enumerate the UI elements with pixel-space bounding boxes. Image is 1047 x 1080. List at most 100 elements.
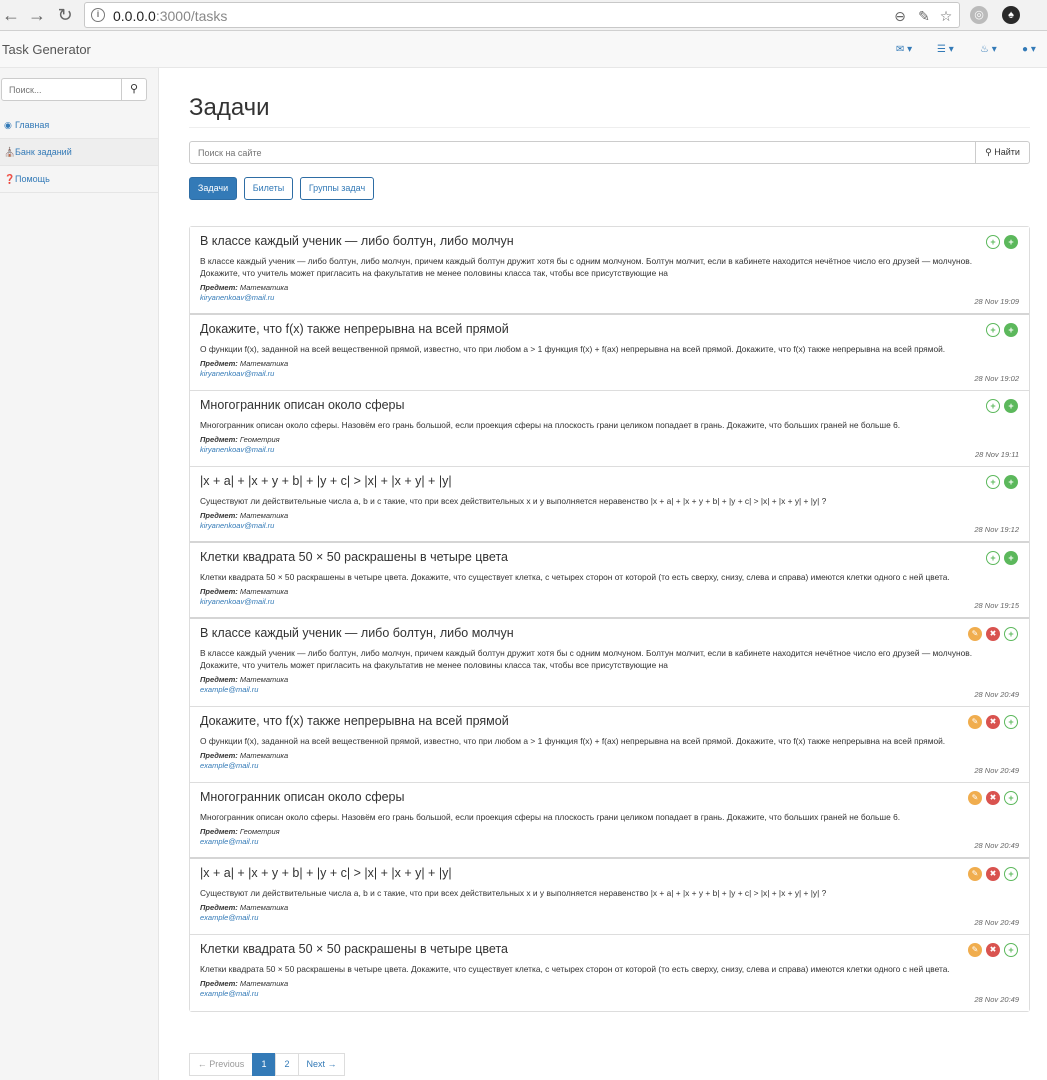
page-2-button[interactable]: 2 xyxy=(275,1053,299,1076)
task-title[interactable]: Многогранник описан около сферы xyxy=(200,790,1019,804)
evernote-icon[interactable]: ♠ xyxy=(1002,6,1020,24)
task-author-email[interactable]: example@mail.ru xyxy=(200,837,1019,847)
add-button[interactable]: + xyxy=(1004,399,1018,413)
add-to-group-button[interactable]: + xyxy=(1004,627,1018,641)
envelope-icon[interactable]: ✉ ▾ xyxy=(896,44,912,55)
task-date: 28 Nov 20:49 xyxy=(974,918,1019,927)
dashboard-icon: ◉ xyxy=(4,120,12,130)
task-date: 28 Nov 19:15 xyxy=(974,601,1019,610)
add-to-group-button[interactable]: + xyxy=(986,399,1000,413)
add-button[interactable]: + xyxy=(1004,475,1018,489)
add-button[interactable]: + xyxy=(1004,551,1018,565)
task-title[interactable]: Докажите, что f(x) также непрерывна на в… xyxy=(200,714,1019,728)
edit-button[interactable]: ✎ xyxy=(968,867,982,881)
delete-button[interactable]: ✖ xyxy=(986,627,1000,641)
task-author-email[interactable]: example@mail.ru xyxy=(200,761,1019,771)
site-search-input[interactable] xyxy=(189,141,976,164)
task-subject: Предмет: Математика xyxy=(200,903,289,912)
paint-icon[interactable]: ✎ xyxy=(915,7,933,25)
search-icon[interactable]: ⚲ xyxy=(122,79,146,100)
task-author-email[interactable]: kiryanenkoav@mail.ru xyxy=(200,293,1019,303)
task-actions: + + xyxy=(982,399,1018,413)
tab-task-groups[interactable]: Группы задач xyxy=(300,177,374,200)
add-to-group-button[interactable]: + xyxy=(986,551,1000,565)
edit-button[interactable]: ✎ xyxy=(968,715,982,729)
add-to-group-button[interactable]: + xyxy=(1004,715,1018,729)
task-text: Клетки квадрата 50 × 50 раскрашены в чет… xyxy=(200,964,950,974)
user-icon[interactable]: ● ▾ xyxy=(1022,44,1036,55)
info-icon[interactable]: i xyxy=(91,8,105,22)
add-to-group-button[interactable]: + xyxy=(1004,943,1018,957)
delete-button[interactable]: ✖ xyxy=(986,715,1000,729)
add-button[interactable]: + xyxy=(1004,235,1018,249)
task-author-email[interactable]: kiryanenkoav@mail.ru xyxy=(200,521,1019,531)
delete-button[interactable]: ✖ xyxy=(986,867,1000,881)
task-actions: ✎ ✖ + xyxy=(964,715,1018,729)
task-title[interactable]: Многогранник описан около сферы xyxy=(200,398,1019,412)
task-title[interactable]: Клетки квадрата 50 × 50 раскрашены в чет… xyxy=(200,550,1019,564)
task-actions: ✎ ✖ + xyxy=(964,943,1018,957)
edit-button[interactable]: ✎ xyxy=(968,791,982,805)
sidebar-item-task-bank[interactable]: ⛪Банк заданий xyxy=(0,139,158,166)
add-to-group-button[interactable]: + xyxy=(986,323,1000,337)
sidebar-item-help[interactable]: ❓Помощь xyxy=(0,166,158,193)
tasks-icon[interactable]: ☰ ▾ xyxy=(937,44,954,55)
sidebar-search: ⚲ xyxy=(1,78,147,101)
task-date: 28 Nov 19:09 xyxy=(974,297,1019,306)
search-button[interactable]: ⚲ Найти xyxy=(975,141,1030,164)
add-to-group-button[interactable]: + xyxy=(1004,791,1018,805)
task-author-email[interactable]: example@mail.ru xyxy=(200,989,1019,999)
task-title[interactable]: В классе каждый ученик — либо болтун, ли… xyxy=(200,234,1019,248)
edit-button[interactable]: ✎ xyxy=(968,627,982,641)
previous-page-button[interactable]: ← Previous xyxy=(189,1053,253,1076)
task-date: 28 Nov 20:49 xyxy=(974,690,1019,699)
back-icon[interactable]: ← xyxy=(0,4,22,26)
zoom-icon[interactable]: ⊖ xyxy=(891,7,909,25)
tab-tickets[interactable]: Билеты xyxy=(244,177,293,200)
delete-button[interactable]: ✖ xyxy=(986,791,1000,805)
forward-icon[interactable]: → xyxy=(26,4,48,26)
app-navbar: Task Generator ✉ ▾ ☰ ▾ ♨ ▾ ● ▾ xyxy=(0,31,1047,68)
add-to-group-button[interactable]: + xyxy=(986,475,1000,489)
site-search: ⚲ Найти xyxy=(189,141,1030,164)
add-to-group-button[interactable]: + xyxy=(986,235,1000,249)
add-to-group-button[interactable]: + xyxy=(1004,867,1018,881)
task-text: Многогранник описан около сферы. Назовём… xyxy=(200,812,901,822)
bank-icon: ⛪ xyxy=(4,147,16,157)
task-item: Клетки квадрата 50 × 50 раскрашены в чет… xyxy=(190,543,1029,619)
task-title[interactable]: Докажите, что f(x) также непрерывна на в… xyxy=(200,322,1019,336)
url-text[interactable]: 0.0.0.0:3000/tasks xyxy=(113,8,227,24)
star-icon[interactable]: ☆ xyxy=(937,7,955,25)
task-item: Многогранник описан около сферы + + Многогр… xyxy=(190,391,1029,467)
page-1-button[interactable]: 1 xyxy=(252,1053,276,1076)
task-author-email[interactable]: kiryanenkoav@mail.ru xyxy=(200,445,1019,455)
address-bar[interactable]: i 0.0.0.0:3000/tasks ⊖ ✎ ☆ xyxy=(84,2,960,28)
task-title[interactable]: |x + a| + |x + y + b| + |y + c| > |x| + … xyxy=(200,474,1019,488)
task-author-email[interactable]: example@mail.ru xyxy=(200,913,1019,923)
add-button[interactable]: + xyxy=(1004,323,1018,337)
task-author-email[interactable]: kiryanenkoav@mail.ru xyxy=(200,597,1019,607)
task-subject: Предмет: Математика xyxy=(200,359,289,368)
task-title[interactable]: |x + a| + |x + y + b| + |y + c| > |x| + … xyxy=(200,866,1019,880)
next-page-button[interactable]: Next → xyxy=(298,1053,345,1076)
globe-icon[interactable]: ◎ xyxy=(970,6,988,24)
sidebar-item-home[interactable]: ◉ Главная xyxy=(0,112,158,139)
brand[interactable]: Task Generator xyxy=(2,42,91,57)
page-title: Задачи xyxy=(189,94,270,121)
tab-tasks[interactable]: Задачи xyxy=(189,177,237,200)
task-author-email[interactable]: kiryanenkoav@mail.ru xyxy=(200,369,1019,379)
bell-icon[interactable]: ♨ ▾ xyxy=(980,44,997,55)
sidebar-search-input[interactable] xyxy=(2,79,122,100)
task-text: Многогранник описан около сферы. Назовём… xyxy=(200,420,901,430)
task-title[interactable]: В классе каждый ученик — либо болтун, ли… xyxy=(200,626,1019,640)
task-date: 28 Nov 19:11 xyxy=(974,450,1019,459)
delete-button[interactable]: ✖ xyxy=(986,943,1000,957)
task-date: 28 Nov 20:49 xyxy=(974,995,1019,1004)
sidebar: ⚲ ◉Главная ⛪Банк заданий ❓Помощь xyxy=(0,68,159,1080)
reload-icon[interactable]: ↻ xyxy=(54,4,76,26)
task-author-email[interactable]: example@mail.ru xyxy=(200,685,1019,695)
task-title[interactable]: Клетки квадрата 50 × 50 раскрашены в чет… xyxy=(200,942,1019,956)
task-list: В классе каждый ученик — либо болтун, ли… xyxy=(189,226,1030,1012)
edit-button[interactable]: ✎ xyxy=(968,943,982,957)
divider xyxy=(189,127,1030,128)
